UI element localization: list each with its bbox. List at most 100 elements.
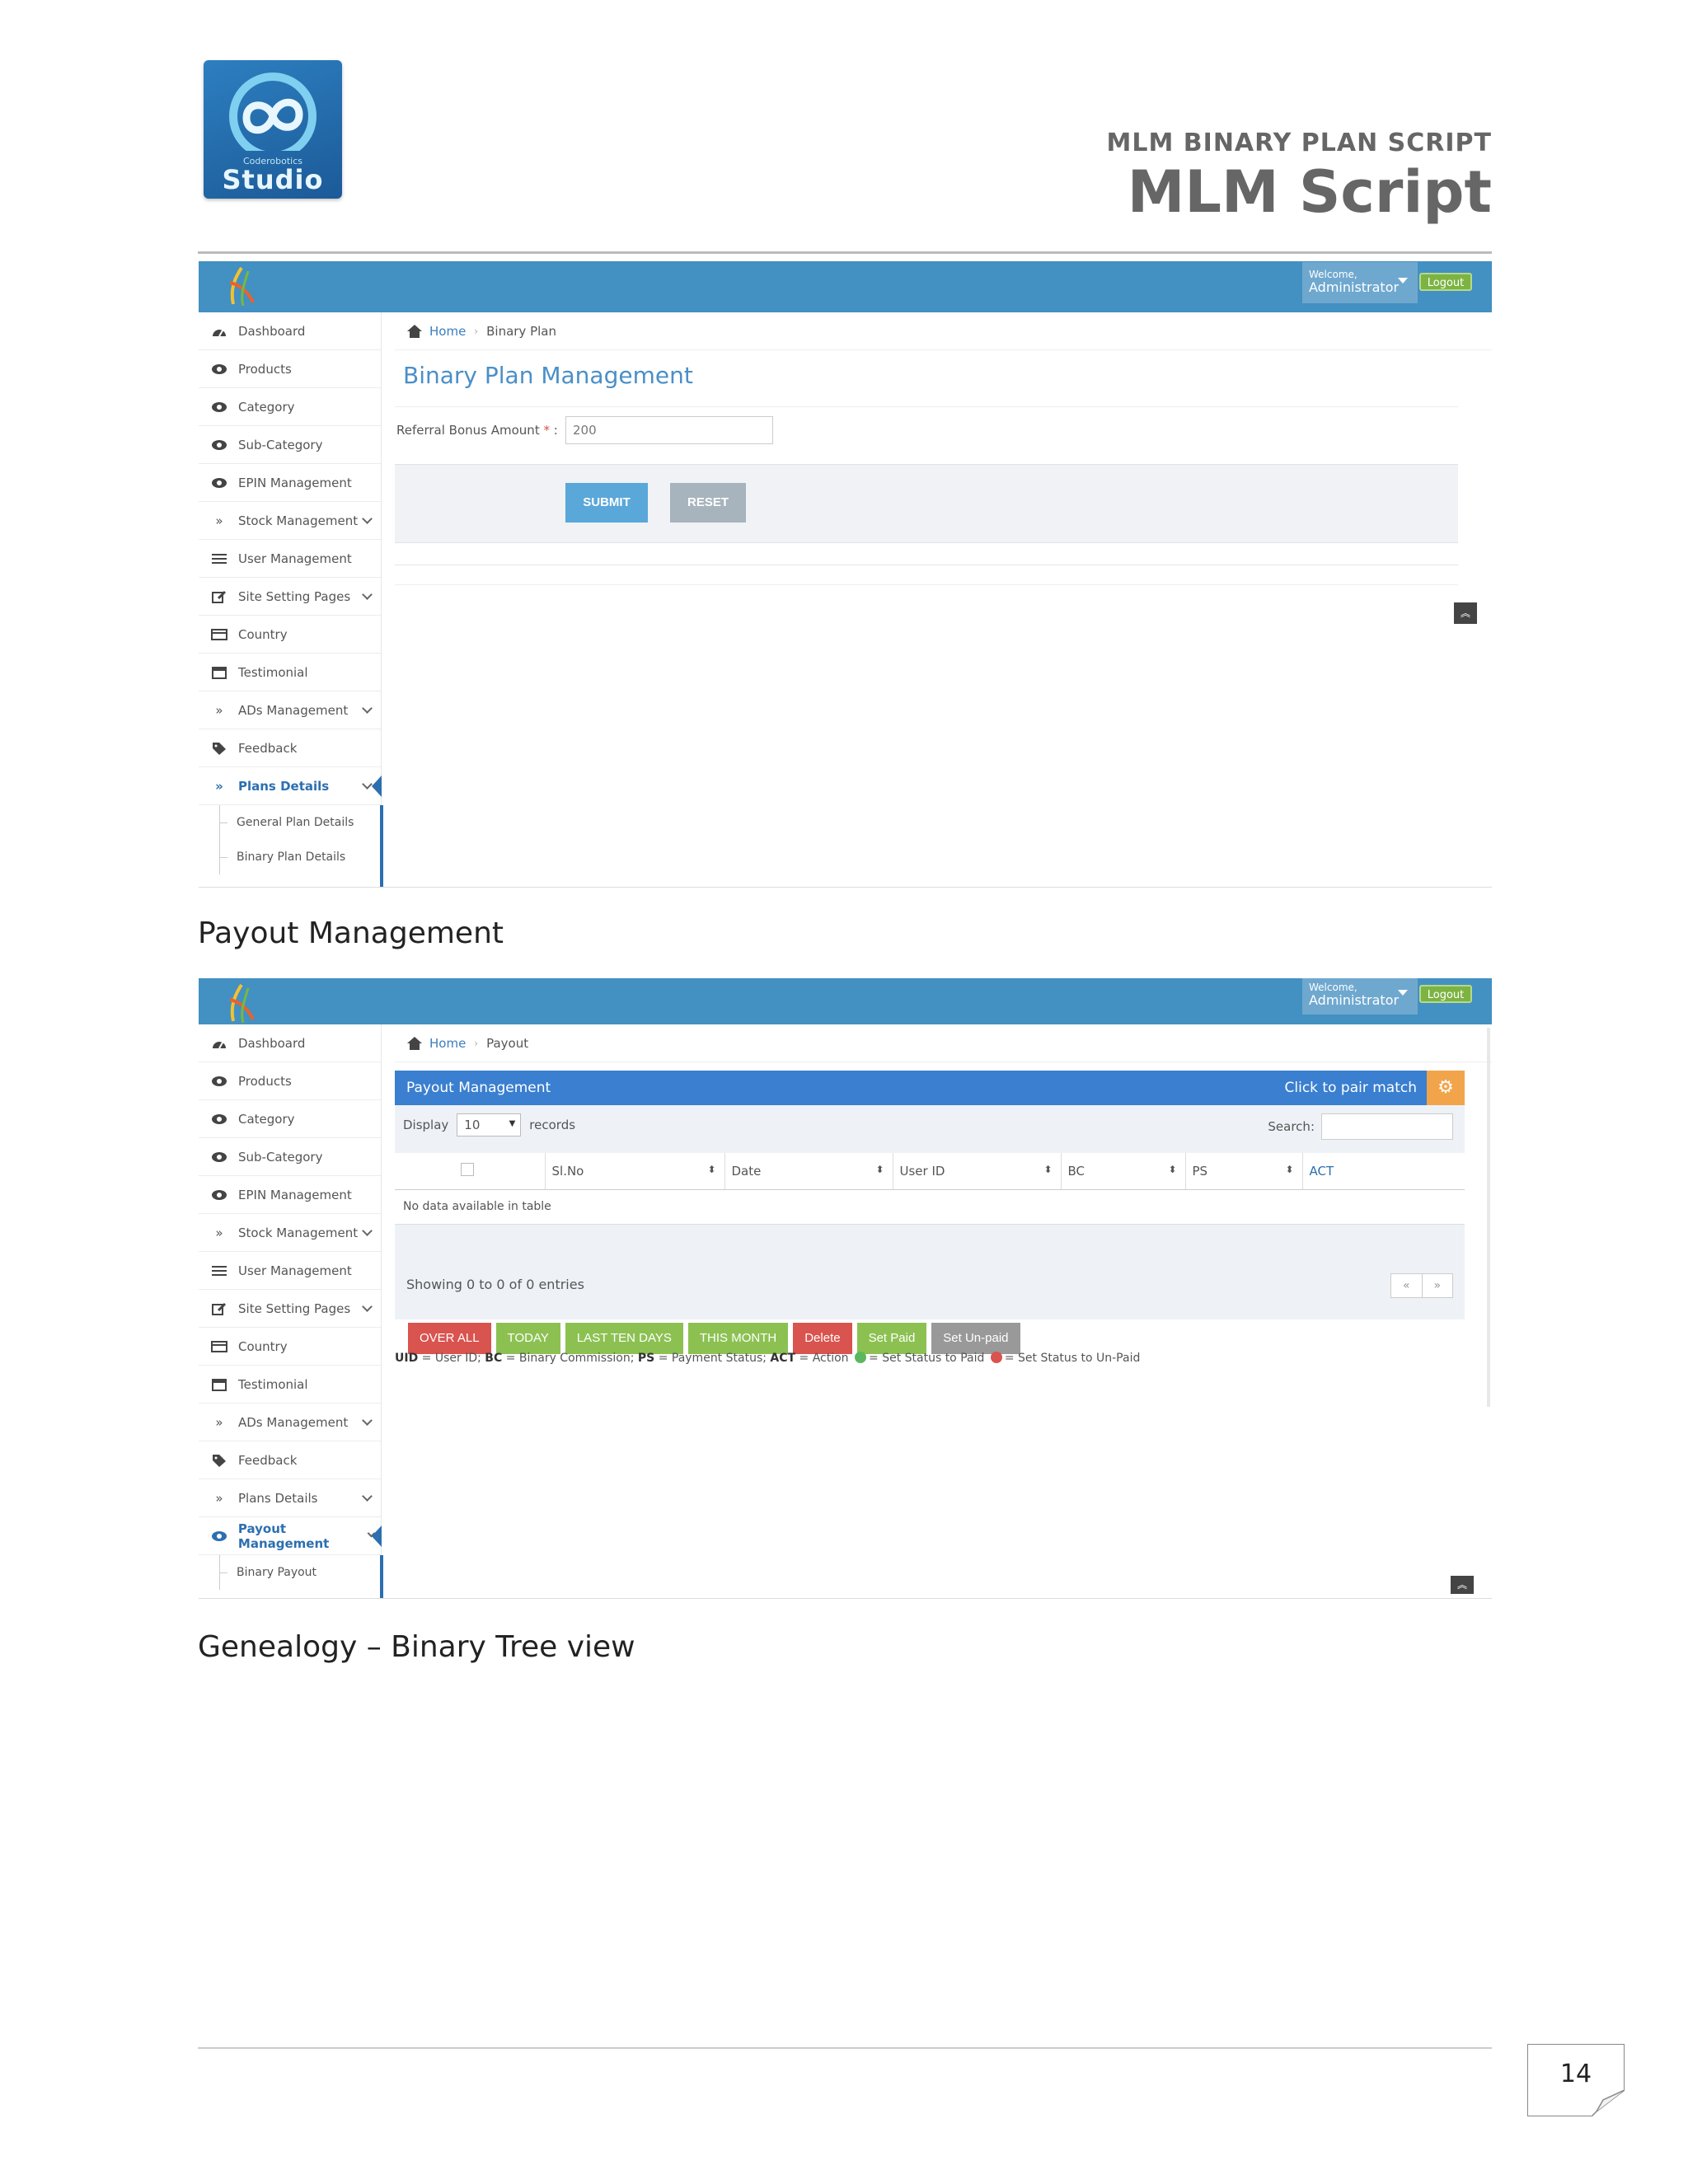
- sidebar-subitem-binary-plan[interactable]: Binary Plan Details: [199, 840, 381, 874]
- sort-icon: ⬍: [875, 1164, 884, 1175]
- eye-icon: [210, 438, 228, 452]
- over-all-button[interactable]: OVER ALL: [408, 1323, 491, 1354]
- sidebar-item-category[interactable]: Category: [199, 1100, 381, 1138]
- sidebar-item-testimonial[interactable]: Testimonial: [199, 1366, 381, 1404]
- section-heading-payout: Payout Management: [198, 916, 504, 950]
- records-per-page-select[interactable]: 10: [457, 1113, 522, 1137]
- sidebar-item-testimonial[interactable]: Testimonial: [199, 654, 381, 691]
- sidebar-item-plans-details[interactable]: » Plans Details: [199, 1479, 381, 1517]
- breadcrumb-current: Binary Plan: [486, 323, 556, 339]
- chevron-down-icon: [362, 513, 373, 524]
- pair-match-link[interactable]: Click to pair match: [1285, 1071, 1417, 1105]
- referral-bonus-input[interactable]: 200: [565, 416, 773, 444]
- logo-main-text: Studio: [222, 164, 324, 195]
- sidebar-item-sub-category[interactable]: Sub-Category: [199, 1138, 381, 1176]
- today-button[interactable]: TODAY: [495, 1323, 560, 1354]
- sidebar-item-country[interactable]: Country: [199, 1328, 381, 1366]
- column-header-bc[interactable]: BC ⬍: [1061, 1153, 1186, 1190]
- search-input[interactable]: [1321, 1113, 1453, 1140]
- column-header-date[interactable]: Date ⬍: [724, 1153, 893, 1190]
- next-page-button[interactable]: »: [1423, 1274, 1453, 1297]
- admin-name: Administrator: [1309, 279, 1400, 295]
- sidebar-label: Category: [238, 399, 295, 415]
- eye-icon: [210, 401, 228, 414]
- sidebar-item-feedback[interactable]: Feedback: [199, 1441, 381, 1479]
- sidebar-item-feedback[interactable]: Feedback: [199, 729, 381, 767]
- column-header-user-id[interactable]: User ID ⬍: [893, 1153, 1062, 1190]
- sidebar-item-epin[interactable]: EPIN Management: [199, 464, 381, 502]
- eye-icon: [210, 1075, 228, 1088]
- prev-page-button[interactable]: «: [1391, 1274, 1423, 1297]
- sidebar-item-country[interactable]: Country: [199, 616, 381, 654]
- double-chevron-icon: »: [215, 702, 223, 718]
- sidebar-item-site-setting[interactable]: Site Setting Pages: [199, 1290, 381, 1328]
- sidebar-subitem-binary-payout[interactable]: Binary Payout: [199, 1555, 381, 1590]
- set-unpaid-button[interactable]: Set Un-paid: [931, 1323, 1020, 1354]
- pagination: « »: [1390, 1273, 1453, 1298]
- this-month-button[interactable]: THIS MONTH: [687, 1323, 789, 1354]
- submit-button[interactable]: SUBMIT: [565, 483, 648, 523]
- brand-logo-icon: [229, 266, 255, 307]
- payout-panel-header: Payout Management Click to pair match ⚙: [395, 1071, 1465, 1105]
- last-ten-days-button[interactable]: LAST TEN DAYS: [565, 1323, 683, 1354]
- double-chevron-icon: »: [215, 1490, 223, 1506]
- sidebar-item-category[interactable]: Category: [199, 388, 381, 426]
- sidebar-item-epin[interactable]: EPIN Management: [199, 1176, 381, 1214]
- content-divider: [395, 584, 1458, 585]
- sidebar-item-ads[interactable]: » ADs Management: [199, 1404, 381, 1441]
- eye-icon: [210, 1188, 228, 1202]
- payout-filter-buttons: OVER ALL TODAY LAST TEN DAYS THIS MONTH …: [408, 1323, 1020, 1354]
- admin-welcome-dropdown[interactable]: Welcome, Administrator: [1302, 978, 1418, 1015]
- column-header-slno[interactable]: Sl.No ⬍: [545, 1153, 725, 1190]
- sidebar-subitem-general-plan[interactable]: General Plan Details: [199, 805, 381, 840]
- sidebar-label: Site Setting Pages: [238, 1301, 351, 1316]
- payout-table: Sl.No ⬍ Date ⬍ User ID ⬍ BC ⬍ PS ⬍ ACT No dat…: [395, 1153, 1465, 1225]
- chevron-down-icon: [362, 1491, 373, 1502]
- sidebar-item-dashboard[interactable]: Dashboard: [199, 312, 381, 350]
- sort-icon: ⬍: [1168, 1164, 1177, 1175]
- section-heading-genealogy: Genealogy – Binary Tree view: [198, 1630, 635, 1664]
- set-paid-button[interactable]: Set Paid: [856, 1323, 927, 1354]
- sidebar-label: Dashboard: [238, 323, 306, 339]
- sidebar-item-stock[interactable]: » Stock Management: [199, 502, 381, 540]
- footer-divider: [198, 2047, 1492, 2049]
- column-header-ps[interactable]: PS ⬍: [1185, 1153, 1303, 1190]
- infinity-logo-icon: [229, 73, 316, 151]
- scrollbar[interactable]: [1487, 1028, 1490, 1407]
- dashboard-icon: [210, 1037, 228, 1050]
- tag-icon: [210, 1454, 228, 1467]
- sidebar-label: Plans Details: [238, 778, 330, 794]
- sidebar-item-plans-details[interactable]: » Plans Details: [199, 767, 382, 805]
- form-actions-bar: [395, 464, 1458, 543]
- payout-content: Payout Management Click to pair match ⚙ …: [395, 1024, 1492, 1552]
- breadcrumb-home-link[interactable]: Home: [429, 324, 466, 339]
- sidebar-item-stock[interactable]: » Stock Management: [199, 1214, 381, 1252]
- sidebar-item-users[interactable]: User Management: [199, 1252, 381, 1290]
- reset-button[interactable]: RESET: [670, 483, 746, 523]
- sidebar-item-users[interactable]: User Management: [199, 540, 381, 578]
- sidebar-item-ads[interactable]: » ADs Management: [199, 691, 381, 729]
- double-chevron-icon: »: [215, 778, 223, 794]
- sidebar-item-products[interactable]: Products: [199, 1062, 381, 1100]
- gear-icon[interactable]: ⚙: [1427, 1071, 1465, 1105]
- delete-button[interactable]: Delete: [793, 1323, 852, 1354]
- select-all-checkbox[interactable]: [461, 1162, 474, 1176]
- sidebar-item-payout-management[interactable]: Payout Management: [199, 1517, 382, 1555]
- scroll-to-top-button[interactable]: ︽: [1451, 1576, 1474, 1594]
- admin-welcome-dropdown[interactable]: Welcome, Administrator: [1302, 262, 1418, 303]
- dashboard-icon: [210, 325, 228, 338]
- referral-bonus-label: Referral Bonus Amount * :: [396, 423, 558, 438]
- sidebar-item-dashboard[interactable]: Dashboard: [199, 1024, 381, 1062]
- logout-button[interactable]: Logout: [1419, 273, 1472, 291]
- header-subtitle: MLM BINARY PLAN SCRIPT: [1106, 129, 1492, 157]
- sidebar-item-sub-category[interactable]: Sub-Category: [199, 426, 381, 464]
- sidebar-label: Category: [238, 1111, 295, 1127]
- logout-button[interactable]: Logout: [1419, 985, 1472, 1003]
- sidebar-item-site-setting[interactable]: Site Setting Pages: [199, 578, 381, 616]
- sidebar-label: Testimonial: [238, 1376, 308, 1392]
- scroll-to-top-button[interactable]: ︽: [1454, 602, 1477, 624]
- page-number-box: 14: [1527, 2044, 1625, 2116]
- sidebar-item-products[interactable]: Products: [199, 350, 381, 388]
- sidebar-label: Site Setting Pages: [238, 588, 351, 604]
- payout-panel: Display 10 records Search: Sl.No⬍ Date⬍ …: [395, 1105, 1465, 1354]
